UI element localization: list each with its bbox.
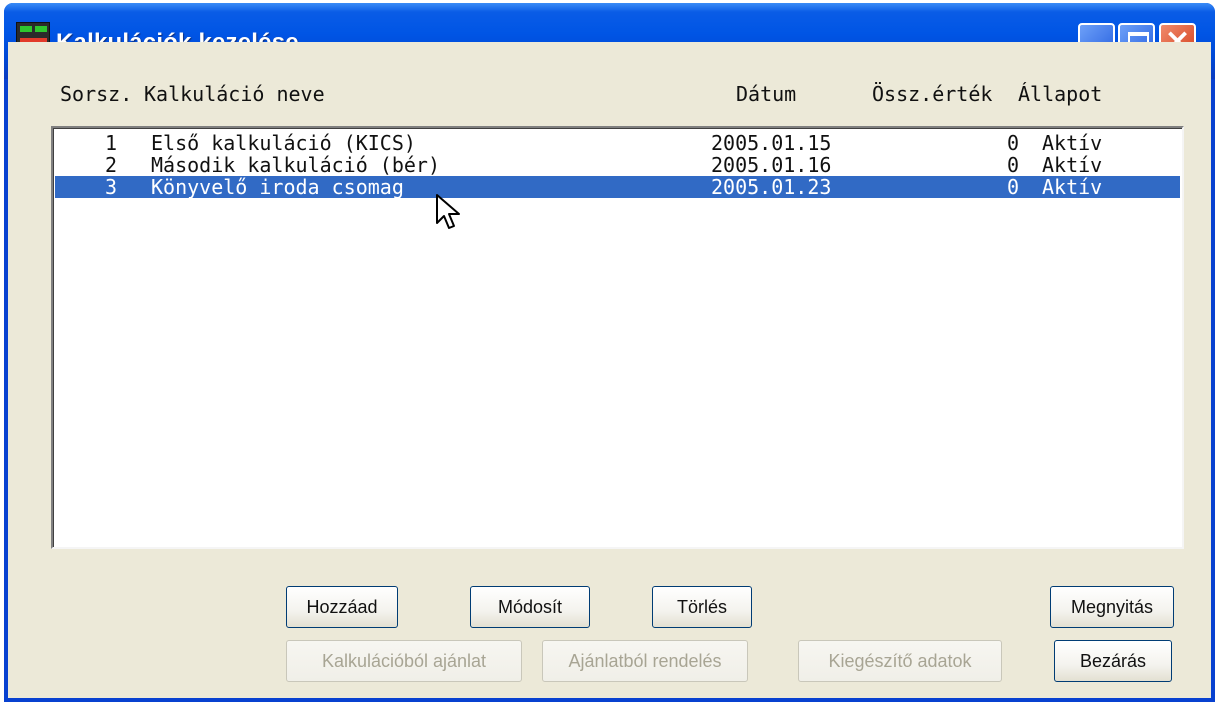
dialog-window: Kalkulációk kezelése × Sorsz. Kalkuláció… bbox=[4, 3, 1215, 702]
list-item-selected[interactable]: 3 Könyvelő iroda csomag 2005.01.23 0 Akt… bbox=[55, 175, 1180, 199]
column-header-status: Állapot bbox=[1018, 82, 1103, 106]
offer-to-order-button[interactable]: Ajánlatból rendelés bbox=[542, 640, 748, 682]
column-header-sorsz: Sorsz. bbox=[60, 82, 133, 106]
row-name: Könyvelő iroda csomag bbox=[151, 175, 404, 199]
open-button[interactable]: Megnyitás bbox=[1050, 586, 1174, 628]
add-button[interactable]: Hozzáad bbox=[286, 586, 398, 628]
row-status: Aktív bbox=[1042, 153, 1103, 177]
list-item[interactable]: 2 Második kalkuláció (bér) 2005.01.16 0 … bbox=[55, 153, 1180, 177]
calculation-list[interactable]: 1 Első kalkuláció (KICS) 2005.01.15 0 Ak… bbox=[51, 126, 1184, 549]
dialog-client-area: Sorsz. Kalkuláció neve Dátum Össz.érték … bbox=[8, 42, 1211, 698]
column-header-value: Össz.érték bbox=[872, 82, 993, 106]
row-name: Második kalkuláció (bér) bbox=[151, 153, 440, 177]
row-value: 0 bbox=[1006, 131, 1019, 155]
extra-data-button[interactable]: Kiegészítő adatok bbox=[798, 640, 1002, 682]
row-date: 2005.01.16 bbox=[711, 153, 832, 177]
row-value: 0 bbox=[1006, 175, 1019, 199]
mouse-cursor-icon bbox=[436, 194, 460, 229]
column-header-name: Kalkuláció neve bbox=[144, 82, 325, 106]
row-value: 0 bbox=[1006, 153, 1019, 177]
row-date: 2005.01.15 bbox=[711, 131, 832, 155]
list-item[interactable]: 1 Első kalkuláció (KICS) 2005.01.15 0 Ak… bbox=[55, 131, 1180, 155]
row-status: Aktív bbox=[1042, 131, 1103, 155]
column-header-date: Dátum bbox=[736, 82, 797, 106]
row-number: 2 bbox=[104, 153, 117, 177]
row-name: Első kalkuláció (KICS) bbox=[151, 131, 416, 155]
calc-to-offer-button[interactable]: Kalkulációból ajánlat bbox=[286, 640, 522, 682]
row-date: 2005.01.23 bbox=[711, 175, 832, 199]
row-status: Aktív bbox=[1042, 175, 1103, 199]
close-button[interactable]: Bezárás bbox=[1054, 640, 1172, 682]
row-number: 1 bbox=[104, 131, 117, 155]
delete-button[interactable]: Törlés bbox=[652, 586, 752, 628]
row-number: 3 bbox=[104, 175, 117, 199]
modify-button[interactable]: Módosít bbox=[470, 586, 590, 628]
